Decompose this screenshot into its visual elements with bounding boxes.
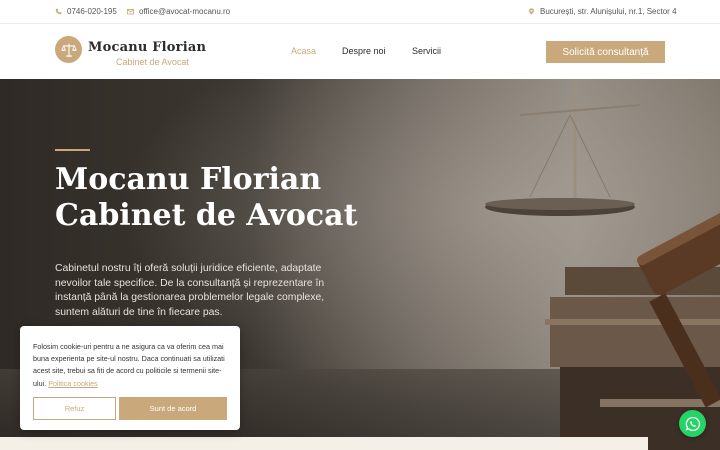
whatsapp-button[interactable]	[679, 410, 706, 437]
hero-title-line-2: Cabinet de Avocat	[55, 198, 358, 233]
hero-title: Mocanu Florian Cabinet de Avocat	[55, 162, 385, 234]
whatsapp-icon	[684, 416, 700, 431]
cookie-policy-link[interactable]: Politica cookies	[48, 379, 98, 388]
hero-title-line-1: Mocanu Florian	[55, 162, 322, 197]
logo-subtitle: Cabinet de Avocat	[116, 57, 189, 67]
phone-icon	[55, 8, 62, 15]
email-address: office@avocat-mocanu.ro	[139, 7, 231, 16]
nav-about[interactable]: Despre noi	[342, 46, 386, 56]
site-header: Mocanu Florian Cabinet de Avocat Acasa D…	[0, 24, 720, 79]
nav-services[interactable]: Servicii	[412, 46, 441, 56]
refuse-cookies-button[interactable]: Refuz	[33, 397, 116, 420]
mail-icon	[127, 8, 134, 15]
cookie-message: Folosim cookie-uri pentru a ne asigura c…	[33, 341, 229, 390]
top-contact-bar: 0746-020-195 office@avocat-mocanu.ro Buc…	[0, 0, 720, 24]
address-contact: București, str. Alunișului, nr.1, Sector…	[528, 7, 677, 16]
cookie-consent-banner: Folosim cookie-uri pentru a ne asigura c…	[20, 326, 240, 430]
logo-name[interactable]: Mocanu Florian	[88, 40, 206, 55]
hero-accent-line	[55, 149, 90, 151]
nav-home[interactable]: Acasa	[291, 46, 316, 56]
accept-cookies-button[interactable]: Sunt de acord	[119, 397, 227, 420]
hero-description: Cabinetul nostru îți oferă soluții jurid…	[55, 263, 325, 319]
consultation-button[interactable]: Solicită consultanță	[546, 41, 665, 63]
address-text: București, str. Alunișului, nr.1, Sector…	[540, 7, 677, 16]
next-section-strip	[0, 437, 648, 450]
location-pin-icon	[529, 8, 534, 15]
phone-number: 0746-020-195	[67, 7, 117, 16]
phone-contact[interactable]: 0746-020-195	[55, 7, 117, 16]
scales-of-justice-icon[interactable]	[55, 36, 82, 63]
email-contact[interactable]: office@avocat-mocanu.ro	[127, 7, 230, 16]
